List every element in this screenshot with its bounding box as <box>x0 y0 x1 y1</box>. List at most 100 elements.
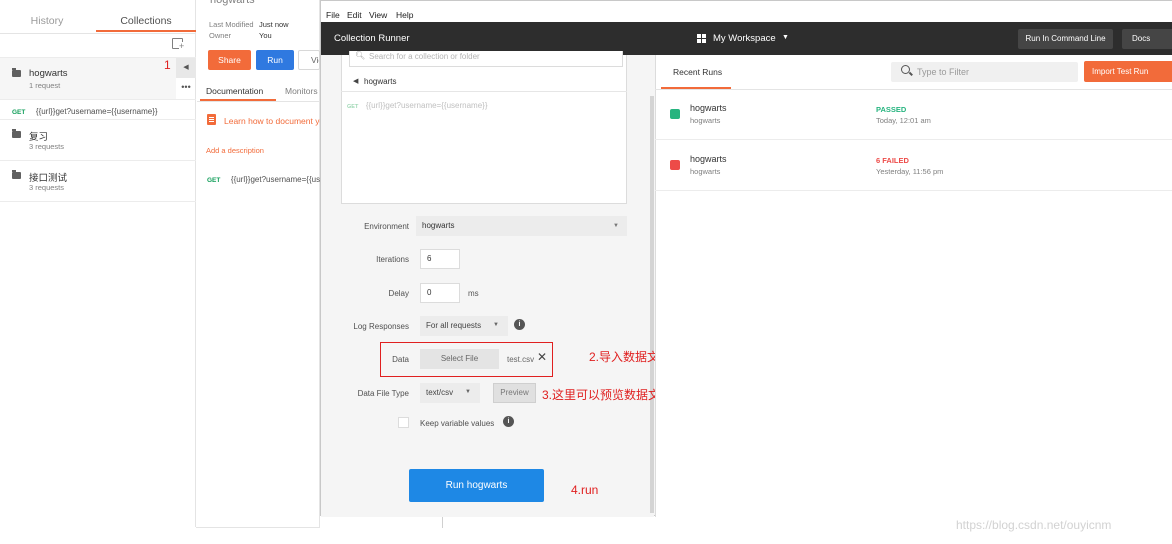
request-url: {{url}}get?username={{username}} <box>230 175 320 184</box>
environment-select[interactable]: hogwarts <box>416 216 627 236</box>
divider <box>442 516 443 528</box>
delay-unit: ms <box>468 289 479 298</box>
method-badge: GET <box>12 109 26 116</box>
share-button[interactable]: Share <box>208 50 251 70</box>
keep-variable-values-label: Keep variable values <box>420 419 495 428</box>
collection-row-selected[interactable] <box>0 58 176 99</box>
iterations-label: Iterations <box>376 255 409 264</box>
run-row[interactable]: hogwarts hogwarts 6 FAILED Yesterday, 11… <box>655 141 1172 191</box>
import-test-run-button[interactable]: Import Test Run <box>1084 61 1172 82</box>
row-divider <box>0 201 196 202</box>
run-status: PASSED <box>876 105 907 114</box>
tree-collection-name[interactable]: hogwarts <box>364 77 396 86</box>
close-icon[interactable]: ✕ <box>537 350 547 364</box>
run-collection: hogwarts <box>690 167 721 176</box>
collection-info-panel <box>197 0 320 527</box>
new-collection-icon[interactable] <box>172 38 185 50</box>
iterations-input[interactable]: 6 <box>420 249 460 269</box>
run-button[interactable]: Run <box>256 50 294 70</box>
collection-request-count: 3 requests <box>29 142 65 151</box>
run-name: hogwarts <box>690 103 727 113</box>
last-modified-label: Last Modified <box>209 20 254 29</box>
run-status-indicator <box>670 109 680 119</box>
preview-button[interactable]: Preview <box>493 383 536 403</box>
select-file-button[interactable]: Select File <box>420 349 499 369</box>
workspace-switcher[interactable]: My Workspace <box>713 33 776 44</box>
row-divider <box>0 160 196 161</box>
annotation-step-4: 4.run <box>571 483 599 497</box>
sidebar-divider <box>0 33 196 34</box>
collection-name: 复习 <box>29 132 49 143</box>
info-icon[interactable]: i <box>503 416 514 427</box>
collection-search-placeholder: Search for a collection or folder <box>369 52 480 61</box>
menu-bar <box>321 1 1172 22</box>
run-collection: hogwarts <box>690 116 721 125</box>
data-label: Data <box>392 355 409 364</box>
folder-icon <box>12 170 21 179</box>
tab-divider <box>197 101 320 102</box>
tab-monitors[interactable]: Monitors <box>285 86 318 96</box>
collection-request-count: 3 requests <box>29 183 65 192</box>
collection-title: hogwarts <box>210 0 255 6</box>
tree-divider <box>341 91 627 92</box>
chevron-down-icon[interactable]: ▼ <box>613 223 619 229</box>
menu-edit[interactable]: Edit <box>347 10 362 20</box>
tab-collections[interactable]: Collections <box>96 10 196 32</box>
keep-variable-values-checkbox[interactable] <box>398 417 409 428</box>
log-responses-label: Log Responses <box>353 322 409 331</box>
last-modified-value: Just now <box>259 20 289 29</box>
folder-icon <box>12 68 21 77</box>
environment-label: Environment <box>364 222 409 231</box>
tree-request-item[interactable]: GET {{url}}get?username={{username}} <box>347 100 487 110</box>
search-icon: 🔍︎ <box>355 51 366 60</box>
run-in-command-line-button[interactable]: Run In Command Line <box>1018 29 1113 49</box>
run-time: Yesterday, 11:56 pm <box>876 167 944 176</box>
delay-input[interactable]: 0 <box>420 283 460 303</box>
run-status-indicator <box>670 160 680 170</box>
run-name: hogwarts <box>690 154 727 164</box>
row-divider <box>0 99 196 100</box>
delay-label: Delay <box>388 289 409 298</box>
collection-name: hogwarts <box>29 68 68 79</box>
divider <box>196 527 320 528</box>
watermark: https://blog.csdn.net/ouyicnm <box>956 518 1112 532</box>
info-icon[interactable]: i <box>514 319 525 330</box>
run-row[interactable]: hogwarts hogwarts PASSED Today, 12:01 am <box>655 90 1172 140</box>
menu-view[interactable]: View <box>369 10 387 20</box>
chevron-down-icon[interactable]: ▼ <box>465 389 471 395</box>
more-options-icon[interactable]: ••• <box>176 80 196 98</box>
method-badge: GET <box>207 177 221 184</box>
collection-runner-window: File Edit View Help Collection Runner My… <box>320 0 1172 517</box>
run-status: 6 FAILED <box>876 156 909 165</box>
data-file-name: test.csv <box>507 355 535 364</box>
request-item[interactable]: GET {{url}}get?username={{username}} <box>12 106 158 116</box>
collection-request-count: 1 request <box>29 81 61 90</box>
run-collection-button[interactable]: Run hogwarts <box>409 469 544 502</box>
tab-history[interactable]: History <box>0 10 94 32</box>
collapse-arrow-icon[interactable]: ◀ <box>176 58 196 78</box>
scrollbar-thumb[interactable] <box>650 96 654 513</box>
view-button[interactable]: View <box>298 50 320 70</box>
filter-placeholder: Type to Filter <box>917 67 970 77</box>
tab-recent-runs[interactable]: Recent Runs <box>673 67 722 77</box>
chevron-down-icon[interactable]: ▼ <box>782 34 789 41</box>
request-item[interactable]: GET {{url}}get?username={{username}} <box>207 174 320 184</box>
chevron-down-icon[interactable]: ▼ <box>493 322 499 328</box>
annotation-step-3: 3.这里可以预览数据文件 <box>542 388 673 402</box>
folder-icon <box>12 129 21 138</box>
add-description-link[interactable]: Add a description <box>206 146 264 155</box>
request-url: {{url}}get?username={{username}} <box>35 107 158 116</box>
tab-documentation[interactable]: Documentation <box>206 86 263 96</box>
search-icon <box>901 65 910 74</box>
document-icon <box>207 114 216 125</box>
owner-label: Owner <box>209 31 232 40</box>
run-time: Today, 12:01 am <box>876 116 931 125</box>
documentation-link[interactable]: Learn how to document your requests <box>224 116 320 126</box>
docs-button[interactable]: Docs <box>1122 29 1172 49</box>
menu-file[interactable]: File <box>326 10 340 20</box>
workspace-grid-icon <box>697 34 707 43</box>
back-arrow-icon[interactable]: ◀ <box>353 77 358 85</box>
menu-help[interactable]: Help <box>396 10 413 20</box>
annotation-step-1: 1 <box>164 58 171 72</box>
data-file-type-select[interactable]: text/csv <box>420 383 480 403</box>
